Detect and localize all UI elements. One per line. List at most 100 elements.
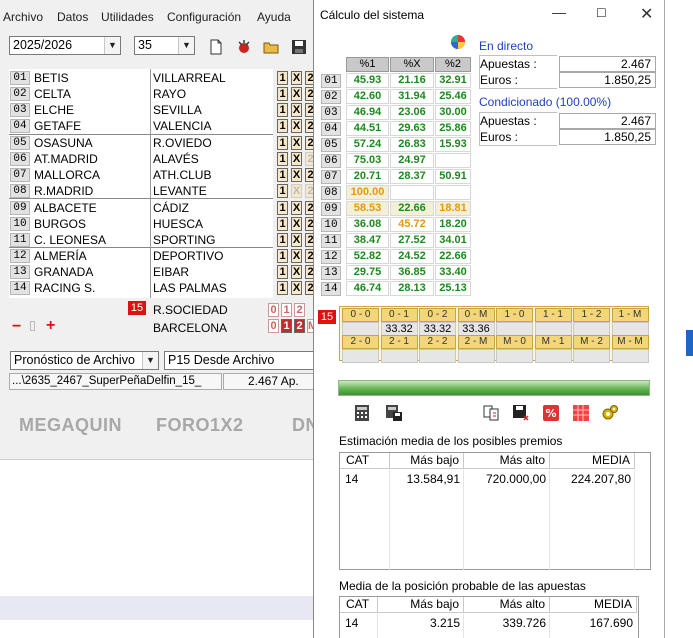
pleno-option-button[interactable]: 0 <box>268 319 279 333</box>
score-header: 2 - 2 <box>419 335 456 349</box>
open-folder-icon[interactable] <box>263 39 279 55</box>
score-value <box>457 349 495 363</box>
header-percent-1: %1 <box>346 57 389 72</box>
prediction-button-x[interactable]: X <box>291 119 302 133</box>
score-header: M - 1 <box>534 335 572 349</box>
minimize-icon[interactable]: — <box>552 4 566 20</box>
wizard-icon[interactable] <box>236 39 252 55</box>
prediction-button-x[interactable]: X <box>291 265 302 279</box>
copy-icon[interactable] <box>482 404 500 422</box>
home-team: R.MADRID <box>34 184 94 198</box>
score-value <box>342 322 379 336</box>
menu-utilidades[interactable]: Utilidades <box>101 10 154 24</box>
plus-button[interactable]: + <box>46 317 55 335</box>
away-team: ATH.CLUB <box>153 168 212 182</box>
calc-match-number: 12 <box>321 250 341 264</box>
score-header: 2 - 1 <box>380 335 418 349</box>
save-icon[interactable] <box>291 39 307 55</box>
prizes-col-low[interactable]: Más bajo <box>390 453 464 469</box>
new-file-icon[interactable] <box>208 39 224 55</box>
color-wheel-icon[interactable] <box>450 34 466 50</box>
score-value <box>573 349 610 363</box>
pleno-option-button[interactable]: 2 <box>294 303 305 317</box>
positions-col-low[interactable]: Más bajo <box>378 597 464 613</box>
prizes-row-low: 13.584,91 <box>406 472 460 486</box>
prediction-button-x[interactable]: X <box>291 249 302 263</box>
prediction-button-1[interactable]: 1 <box>277 217 288 231</box>
col-line <box>634 470 635 570</box>
prediction-button-x[interactable]: X <box>291 136 302 150</box>
prediction-button-1[interactable]: 1 <box>277 87 288 101</box>
percent-cell <box>435 185 471 200</box>
prediction-button-x[interactable]: X <box>291 87 302 101</box>
match-number: 10 <box>10 217 30 231</box>
header-percent-2: %2 <box>435 57 471 72</box>
prediction-button-x[interactable]: X <box>291 152 302 166</box>
prediction-button-1[interactable]: 1 <box>277 184 288 198</box>
calculator-icon[interactable] <box>353 404 371 422</box>
percent-cell: 57.24 <box>346 137 389 152</box>
minus-button[interactable]: − <box>12 318 21 336</box>
prediction-button-x[interactable]: X <box>291 103 302 117</box>
prediction-button-x[interactable]: X <box>291 233 302 247</box>
percent-cell: 45.93 <box>346 73 389 88</box>
desktop-right <box>666 0 693 638</box>
prediction-button-1[interactable]: 1 <box>277 136 288 150</box>
calc-window-title: Cálculo del sistema <box>320 8 425 22</box>
prediction-button-1[interactable]: 1 <box>277 119 288 133</box>
round-select[interactable]: 35 ▼ <box>134 36 195 55</box>
calc-match-number: 09 <box>321 202 341 216</box>
menu-archivo[interactable]: Archivo <box>3 10 43 24</box>
menu-ayuda[interactable]: Ayuda <box>257 10 291 24</box>
watermark-megaquin: MEGAQUIN <box>19 415 122 435</box>
percent-cell: 28.13 <box>390 281 434 296</box>
spin-handle[interactable] <box>30 321 35 331</box>
prediction-button-1[interactable]: 1 <box>277 168 288 182</box>
percent-cell: 15.93 <box>435 137 471 152</box>
prediction-button-x[interactable]: X <box>291 217 302 231</box>
prizes-col-high[interactable]: Más alto <box>464 453 550 469</box>
pleno-option-button[interactable]: 0 <box>268 303 279 317</box>
season-select[interactable]: 2025/2026 ▼ <box>9 36 121 55</box>
prediction-button-x[interactable]: X <box>291 168 302 182</box>
percent-cell: 22.66 <box>435 249 471 264</box>
prediction-button-1[interactable]: 1 <box>277 249 288 263</box>
prediction-button-1[interactable]: 1 <box>277 281 288 295</box>
prizes-col-cat[interactable]: CAT <box>340 453 390 469</box>
positions-col-high[interactable]: Más alto <box>464 597 550 613</box>
positions-col-mean[interactable]: MEDIA <box>550 597 637 613</box>
pleno-option-button[interactable]: 1 <box>281 319 292 333</box>
score-header: 1 - 1 <box>534 308 572 322</box>
settings-gears-icon[interactable] <box>601 404 619 422</box>
pleno-option-button[interactable]: 1 <box>281 303 292 317</box>
p15-select[interactable]: P15 Desde Archivo <box>164 351 316 370</box>
pleno-option-button[interactable]: 2 <box>294 319 305 333</box>
away-team: CÁDIZ <box>153 201 189 215</box>
pronostico-select[interactable]: Pronóstico de Archivo ▼ <box>10 351 159 370</box>
prizes-row-mean: 224.207,80 <box>570 472 631 486</box>
live-euros-value: 1.850,25 <box>559 72 656 88</box>
prediction-button-x[interactable]: X <box>291 281 302 295</box>
percent-cell: 31.94 <box>390 89 434 104</box>
menu-configuracion[interactable]: Configuración <box>167 10 241 24</box>
prediction-button-1[interactable]: 1 <box>277 71 288 85</box>
menu-datos[interactable]: Datos <box>57 10 88 24</box>
save-disk-icon[interactable] <box>512 404 530 422</box>
prediction-button-1[interactable]: 1 <box>277 265 288 279</box>
grid-chart-icon[interactable] <box>572 404 590 422</box>
home-team: C. LEONESA <box>34 233 107 247</box>
prediction-button-1[interactable]: 1 <box>277 103 288 117</box>
home-team: GETAFE <box>34 119 82 133</box>
prediction-button-1[interactable]: 1 <box>277 201 288 215</box>
prediction-button-x[interactable]: X <box>291 71 302 85</box>
prediction-button-x[interactable]: X <box>291 201 302 215</box>
prediction-button-1[interactable]: 1 <box>277 233 288 247</box>
home-team: MALLORCA <box>34 168 101 182</box>
prediction-button-x[interactable]: X <box>291 184 302 198</box>
prediction-button-1[interactable]: 1 <box>277 152 288 166</box>
positions-col-cat[interactable]: CAT <box>340 597 378 613</box>
calculator-save-icon[interactable] <box>385 404 403 422</box>
percent-icon[interactable]: % <box>542 404 560 422</box>
prizes-col-mean[interactable]: MEDIA <box>550 453 635 469</box>
close-icon[interactable]: ✕ <box>640 4 653 24</box>
